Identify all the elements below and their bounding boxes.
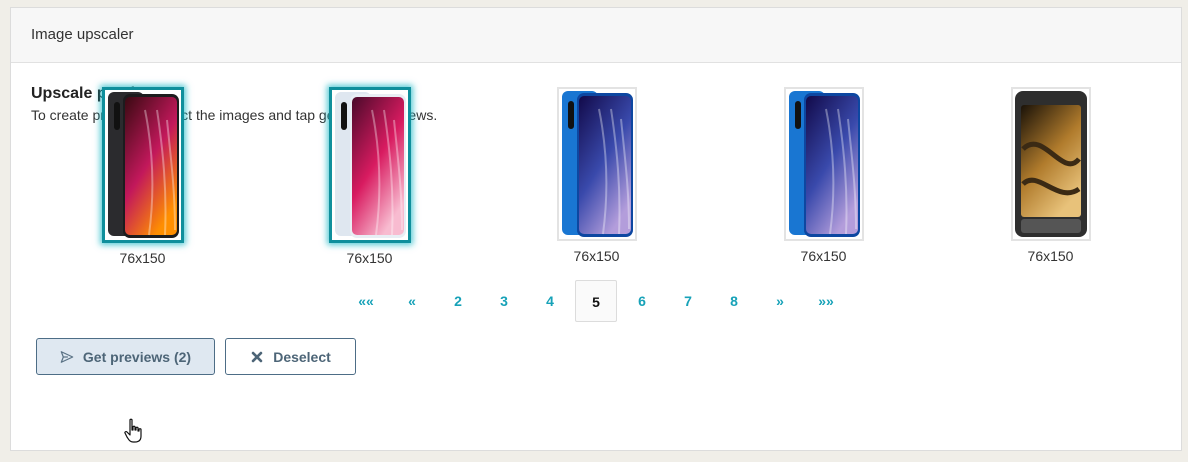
page-next[interactable]: » [759, 280, 801, 322]
panel-header: Image upscaler [11, 8, 1181, 63]
send-icon [60, 350, 74, 363]
image-dimensions: 76x150 [573, 248, 620, 264]
image-grid: 76x150 76x150 76x150 76x150 76x150 [11, 87, 1181, 267]
close-icon [251, 351, 263, 362]
page-last[interactable]: »» [805, 280, 847, 322]
page-first[interactable]: «« [345, 280, 387, 322]
page-link[interactable]: 4 [529, 280, 571, 322]
image-dimensions: 76x150 [119, 250, 166, 266]
get-previews-button[interactable]: Get previews (2) [36, 338, 215, 375]
image-dimensions: 76x150 [1027, 248, 1074, 264]
phone-thumbnail[interactable] [1010, 87, 1091, 241]
image-tile[interactable]: 76x150 [710, 87, 937, 264]
get-previews-label: Get previews (2) [82, 348, 192, 365]
phone-thumbnail[interactable] [556, 87, 637, 241]
page-link[interactable]: 8 [713, 280, 755, 322]
page-current[interactable]: 5 [575, 280, 617, 322]
hand-cursor-icon [124, 418, 142, 443]
image-dimensions: 76x150 [346, 250, 393, 266]
deselect-label: Deselect [273, 348, 331, 365]
phone-thumbnail[interactable] [328, 87, 411, 243]
image-dimensions: 76x150 [800, 248, 847, 264]
image-tile[interactable]: 76x150 [256, 87, 483, 266]
page-link[interactable]: 6 [621, 280, 663, 322]
image-tile[interactable]: 76x150 [29, 87, 256, 266]
image-tile[interactable]: 76x150 [937, 87, 1164, 264]
deselect-button[interactable]: Deselect [225, 338, 356, 375]
image-upscaler-panel: Image upscaler Upscale previews To creat… [10, 7, 1182, 451]
page-link[interactable]: 2 [437, 280, 479, 322]
panel-title: Image upscaler [31, 26, 134, 43]
page-link[interactable]: 7 [667, 280, 709, 322]
image-tile[interactable]: 76x150 [483, 87, 710, 264]
page-prev[interactable]: « [391, 280, 433, 322]
phone-thumbnail[interactable] [101, 87, 184, 243]
pagination: «« « 2 3 4 5 6 7 8 » »» [11, 280, 1181, 322]
phone-thumbnail[interactable] [783, 87, 864, 241]
page-link[interactable]: 3 [483, 280, 525, 322]
